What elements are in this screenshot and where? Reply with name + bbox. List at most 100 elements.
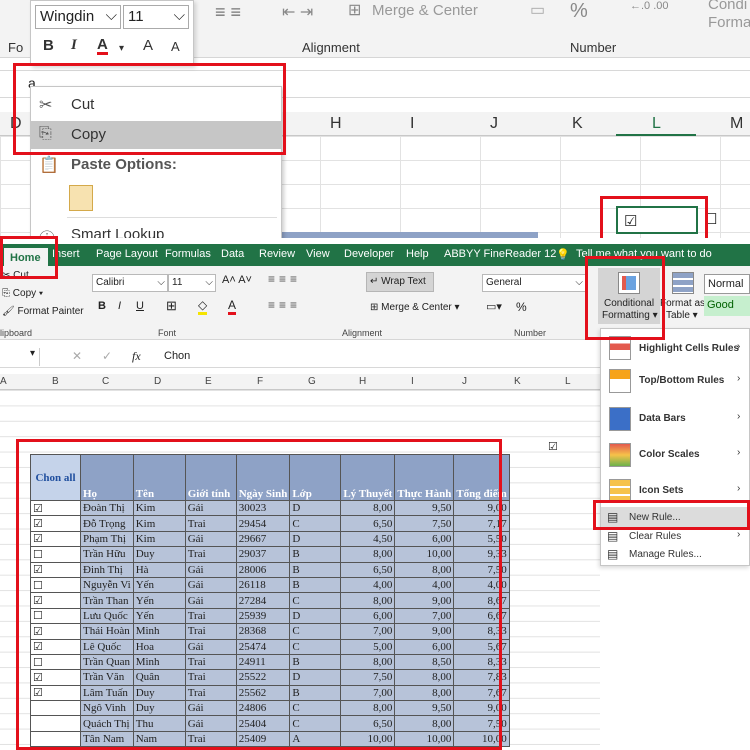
col-header-l[interactable]: L	[565, 376, 571, 387]
font-size-field[interactable]: 11 ⌵	[123, 5, 189, 29]
format-as-table-button[interactable]: Format as Table ▾	[660, 270, 705, 324]
alignment-group-label: Alignment	[342, 328, 383, 338]
format-table-label-2: Table ▾	[666, 310, 698, 321]
indent-icons[interactable]: ⇤ ⇥	[282, 2, 313, 22]
col-header-h[interactable]: H	[359, 376, 366, 387]
currency-icon[interactable]: ▭▾	[486, 300, 502, 313]
chevron-down-icon[interactable]: ⌵	[157, 277, 165, 288]
col-header-k[interactable]: K	[572, 115, 583, 133]
col-header-f[interactable]: F	[257, 376, 263, 387]
col-header-a[interactable]: A	[0, 376, 7, 387]
font-name-field[interactable]: Wingdin ⌵	[35, 5, 121, 29]
grow-shrink-font-icons[interactable]: A˄ A˅	[222, 274, 252, 286]
menu-item-smart-lookup[interactable]: ⓘ Smart Lookup	[31, 221, 281, 238]
currency-icon[interactable]: ▭	[530, 0, 545, 20]
clipboard-icon: 📋	[39, 157, 59, 174]
col-header-l[interactable]: L	[652, 115, 661, 133]
cancel-icon[interactable]: ✕	[72, 349, 82, 363]
font-size-value: 11	[172, 277, 183, 288]
number-group-label: Number	[570, 40, 617, 55]
borders-icon[interactable]: ⊞	[166, 298, 177, 314]
chevron-down-icon[interactable]: ⌵	[106, 7, 117, 24]
enter-icon[interactable]: ✓	[102, 349, 112, 363]
tab-data[interactable]: Data	[221, 248, 244, 260]
lightbulb-icon: 💡	[556, 249, 570, 261]
col-header-h[interactable]: H	[330, 115, 342, 133]
highlight-cells-label: Highlight Cells Rules	[639, 343, 740, 354]
tab-help[interactable]: Help	[406, 248, 429, 260]
conditional-label-2[interactable]: Forma	[708, 14, 750, 31]
italic-button[interactable]: I	[71, 37, 77, 54]
col-header-i[interactable]: I	[411, 376, 414, 387]
paste-icon[interactable]	[69, 185, 93, 211]
menu-item-smart-lookup-label: Smart Lookup	[71, 226, 165, 238]
bold-button[interactable]: B	[43, 37, 54, 54]
wrap-text-label: Wrap Text	[381, 276, 426, 287]
copy-icon: ⎘	[2, 288, 10, 299]
percent-button[interactable]: %	[516, 300, 527, 314]
tab-developer[interactable]: Developer	[344, 248, 394, 260]
col-header-j[interactable]: J	[490, 115, 498, 133]
menu-item-top-bottom-rules[interactable]: Top/Bottom Rules ›	[601, 365, 750, 397]
col-header-j[interactable]: J	[462, 376, 467, 387]
vertical-align-icons[interactable]: ≡≡≡	[268, 272, 342, 286]
tab-view[interactable]: View	[306, 248, 330, 260]
chevron-down-icon[interactable]: ⌵	[174, 7, 185, 24]
top-bottom-icon	[609, 369, 631, 393]
bold-button[interactable]: B	[98, 300, 106, 312]
horizontal-align-icons[interactable]: ≡≡≡	[268, 298, 342, 312]
col-header-c[interactable]: C	[102, 376, 109, 387]
tab-page-layout[interactable]: Page Layout	[96, 248, 158, 260]
merge-center-button[interactable]: Merge & Center	[372, 2, 478, 19]
col-header-d[interactable]: D	[154, 376, 161, 387]
underline-button[interactable]: U	[136, 300, 144, 312]
checkbox-l-icon[interactable]: ☑	[548, 440, 558, 453]
increase-font-button[interactable]: A	[143, 37, 153, 54]
decimal-icons[interactable]: ←.0 .00	[630, 0, 669, 12]
col-header-m[interactable]: M	[730, 115, 743, 133]
merge-center-button[interactable]: ⊞ Merge & Center ▾	[370, 302, 460, 313]
conditional-label-1[interactable]: Condi	[708, 0, 747, 13]
menu-item-data-bars[interactable]: Data Bars ›	[601, 403, 750, 437]
font-color-button[interactable]: A	[228, 298, 237, 315]
menu-item-color-scales[interactable]: Color Scales ›	[601, 439, 750, 473]
chevron-down-icon[interactable]: ⌵	[575, 277, 583, 288]
percent-button[interactable]: %	[570, 0, 588, 23]
chevron-down-icon[interactable]: ⌵	[205, 277, 213, 288]
manage-rules-icon: ▤	[607, 547, 619, 561]
font-color-button[interactable]: A	[97, 37, 108, 55]
tab-review[interactable]: Review	[259, 248, 295, 260]
merge-center-icon[interactable]: ⊞	[348, 0, 361, 20]
font-name-combo[interactable]: Calibri ⌵	[92, 274, 168, 292]
style-good[interactable]: Good	[704, 296, 750, 316]
chevron-down-icon[interactable]: ▾	[119, 43, 124, 54]
wrap-text-button[interactable]: ↵ Wrap Text	[366, 272, 434, 292]
col-header-k[interactable]: K	[514, 376, 521, 387]
number-format-combo[interactable]: General ⌵	[482, 274, 586, 292]
font-size-combo[interactable]: 11 ⌵	[168, 274, 216, 292]
clipboard-group-label: lipboard	[0, 328, 33, 338]
name-box-dropdown[interactable]: ▾	[0, 348, 40, 366]
format-painter-button[interactable]: 🖌 Format Painter	[2, 306, 84, 317]
style-normal[interactable]: Normal	[704, 274, 750, 294]
data-bars-label: Data Bars	[639, 413, 686, 424]
tab-abbyy[interactable]: ABBYY FineReader 12	[444, 248, 556, 260]
col-header-b[interactable]: B	[52, 376, 59, 387]
decrease-font-button[interactable]: A	[171, 39, 180, 54]
tab-formulas[interactable]: Formulas	[165, 248, 211, 260]
col-header-g[interactable]: G	[308, 376, 316, 387]
fill-color-icon[interactable]: ◇	[198, 298, 208, 315]
formula-value[interactable]: Chon	[164, 350, 190, 362]
col-header-i[interactable]: I	[410, 115, 414, 133]
menu-item-manage-rules[interactable]: ▤ Manage Rules...	[601, 545, 750, 563]
align-icons[interactable]: ≡ ≡	[215, 2, 241, 23]
mini-toolbar: Wingdin ⌵ 11 ⌵ B I A ▾ A A	[30, 0, 194, 66]
clear-rules-icon: ▤	[607, 529, 619, 543]
merge-center-label: Merge & Center	[381, 302, 452, 313]
col-header-e[interactable]: E	[205, 376, 212, 387]
copy-button[interactable]: ⎘ Copy ▾	[2, 288, 43, 299]
chevron-right-icon: ›	[737, 341, 741, 352]
highlight-box-home-tab	[0, 236, 58, 279]
italic-button[interactable]: I	[118, 300, 121, 312]
fx-icon[interactable]: fx	[132, 349, 141, 364]
